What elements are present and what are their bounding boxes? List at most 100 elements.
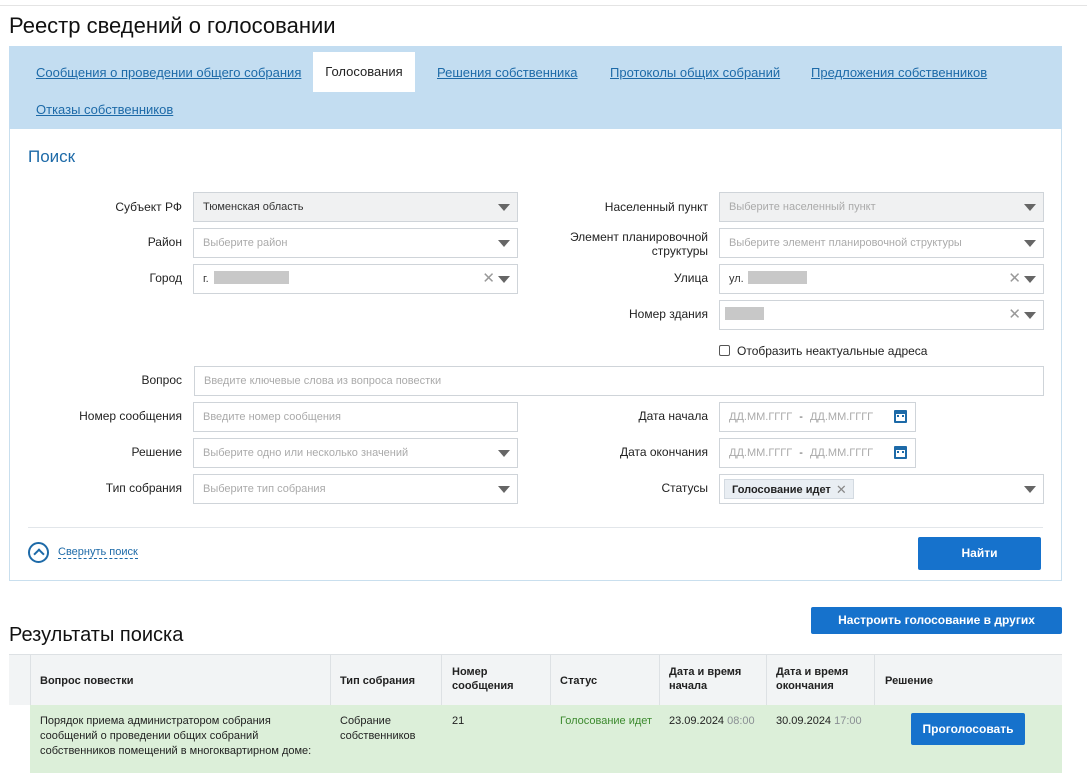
col-divider xyxy=(30,655,31,706)
vote-button[interactable]: Проголосовать xyxy=(911,713,1025,745)
subject-select[interactable]: Тюменская область xyxy=(193,192,518,222)
question-input[interactable]: Введите ключевые слова из вопроса повест… xyxy=(194,366,1044,396)
find-button[interactable]: Найти xyxy=(918,537,1041,570)
configure-voting-button[interactable]: Настроить голосование в других системах xyxy=(811,607,1062,654)
question-placeholder: Введите ключевые слова из вопроса повест… xyxy=(204,375,442,387)
close-icon[interactable]: ✕ xyxy=(1008,271,1021,287)
row-question-line1: Порядок приема администратором собрания xyxy=(40,715,271,727)
col-divider xyxy=(874,655,875,706)
district-placeholder: Выберите район xyxy=(203,237,288,249)
calendar-icon[interactable] xyxy=(894,446,907,459)
show-inactive-checkbox[interactable] xyxy=(719,345,730,356)
redacted-building xyxy=(725,307,764,320)
tab-meeting-protocols[interactable]: Протоколы общих собраний xyxy=(610,65,780,80)
end-date-separator: - xyxy=(799,447,803,459)
search-panel: Поиск Субъект РФ Тюменская область Насел… xyxy=(9,129,1062,581)
decision-select[interactable]: Выберите одно или несколько значений xyxy=(193,438,518,468)
city-select[interactable]: г. ✕ xyxy=(193,264,518,294)
status-chip: Голосование идет ✕ xyxy=(724,479,854,499)
tab-owner-proposals[interactable]: Предложения собственников xyxy=(811,65,987,80)
building-select[interactable]: ✕ xyxy=(719,300,1044,330)
collapse-search-link[interactable]: Свернуть поиск xyxy=(58,546,138,559)
end-date-from[interactable]: ДД.ММ.ГГГГ xyxy=(729,447,792,459)
end-date-to[interactable]: ДД.ММ.ГГГГ xyxy=(810,447,873,459)
page-title: Реестр сведений о голосовании xyxy=(9,13,336,38)
col-end[interactable]: Дата и время окончания xyxy=(776,665,848,693)
row-question-line3: собственников помещений в многоквартирно… xyxy=(40,745,312,757)
row-start: 23.09.2024 08:00 xyxy=(669,714,755,729)
chevron-down-icon xyxy=(1024,204,1036,211)
row-marker xyxy=(9,705,30,773)
row-status: Голосование идет xyxy=(560,715,653,727)
row-end-time: 17:00 xyxy=(834,715,862,727)
end-date-label: Дата окончания xyxy=(619,445,708,459)
chevron-up-icon[interactable] xyxy=(28,542,49,563)
calendar-icon[interactable] xyxy=(894,410,907,423)
status-chip-label: Голосование идет xyxy=(732,484,831,496)
col-decision: Решение xyxy=(885,675,933,687)
start-date-range[interactable]: ДД.ММ.ГГГГ - ДД.ММ.ГГГГ xyxy=(719,402,916,432)
planning-select[interactable]: Выберите элемент планировочной структуры xyxy=(719,228,1044,258)
col-question[interactable]: Вопрос повестки xyxy=(40,674,134,688)
tab-owner-decisions[interactable]: Решения собственника xyxy=(437,65,578,80)
tab-owner-refusals[interactable]: Отказы собственников xyxy=(36,102,173,117)
col-number-line1: Номер xyxy=(452,666,488,678)
col-divider xyxy=(330,655,331,706)
statuses-label: Статусы xyxy=(661,481,708,495)
col-end-line1: Дата и время xyxy=(776,666,849,678)
col-number[interactable]: Номер сообщения xyxy=(452,665,514,693)
row-number: 21 xyxy=(452,715,465,727)
chevron-down-icon xyxy=(498,486,510,493)
chevron-down-icon xyxy=(498,276,510,283)
district-select[interactable]: Выберите район xyxy=(193,228,518,258)
tab-votings[interactable]: Голосования xyxy=(313,52,415,92)
redacted-city xyxy=(214,271,289,284)
locality-select[interactable]: Выберите населенный пункт xyxy=(719,192,1044,222)
table-row[interactable]: Порядок приема администратором собрания … xyxy=(9,705,1062,773)
chevron-down-icon xyxy=(498,240,510,247)
col-status[interactable]: Статус xyxy=(560,674,597,688)
col-start[interactable]: Дата и время начала xyxy=(669,665,741,693)
table-header: Вопрос повестки Тип собрания Номер сообщ… xyxy=(9,654,1062,706)
city-label: Город xyxy=(149,271,182,285)
col-type[interactable]: Тип собрания xyxy=(340,674,415,688)
row-type-line1: Собрание xyxy=(340,715,391,727)
show-inactive-label: Отобразить неактуальные адреса xyxy=(737,344,928,358)
start-date-to[interactable]: ДД.ММ.ГГГГ xyxy=(810,411,873,423)
chevron-down-icon xyxy=(1024,486,1036,493)
start-date-label: Дата начала xyxy=(638,409,708,423)
close-icon[interactable]: ✕ xyxy=(1008,307,1021,323)
close-icon[interactable]: ✕ xyxy=(836,480,847,500)
planning-placeholder: Выберите элемент планировочной структуры xyxy=(729,237,962,249)
row-question-line2: сообщений о проведении общих собраний xyxy=(40,730,259,742)
planning-label: Элемент планировочной структуры xyxy=(569,230,708,258)
chevron-down-icon xyxy=(1024,276,1036,283)
meeting-type-select[interactable]: Выберите тип собрания xyxy=(193,474,518,504)
col-number-line2: сообщения xyxy=(452,680,514,692)
message-number-label: Номер сообщения xyxy=(79,409,182,423)
row-type: Собрание собственников xyxy=(340,714,416,744)
locality-label: Населенный пункт xyxy=(604,200,708,214)
chevron-down-icon xyxy=(498,204,510,211)
chevron-down-icon xyxy=(498,450,510,457)
start-date-from[interactable]: ДД.ММ.ГГГГ xyxy=(729,411,792,423)
city-value: г. xyxy=(203,273,209,285)
col-divider xyxy=(550,655,551,706)
col-divider xyxy=(441,655,442,706)
question-label: Вопрос xyxy=(141,373,182,387)
tab-meeting-messages[interactable]: Сообщения о проведении общего собрания xyxy=(36,65,301,80)
statuses-select[interactable]: Голосование идет ✕ xyxy=(719,474,1044,504)
close-icon[interactable]: ✕ xyxy=(482,271,495,287)
row-end: 30.09.2024 17:00 xyxy=(776,714,862,729)
row-question: Порядок приема администратором собрания … xyxy=(40,714,311,759)
district-label: Район xyxy=(147,235,182,249)
street-select[interactable]: ул. ✕ xyxy=(719,264,1044,294)
meeting-type-placeholder: Выберите тип собрания xyxy=(203,483,326,495)
top-divider xyxy=(0,5,1087,6)
locality-placeholder: Выберите населенный пункт xyxy=(729,201,876,213)
end-date-range[interactable]: ДД.ММ.ГГГГ - ДД.ММ.ГГГГ xyxy=(719,438,916,468)
meeting-type-label: Тип собрания xyxy=(105,481,182,495)
tabs-bar: Сообщения о проведении общего собрания Г… xyxy=(9,46,1062,129)
col-divider xyxy=(659,655,660,706)
message-number-input[interactable]: Введите номер сообщения xyxy=(193,402,518,432)
